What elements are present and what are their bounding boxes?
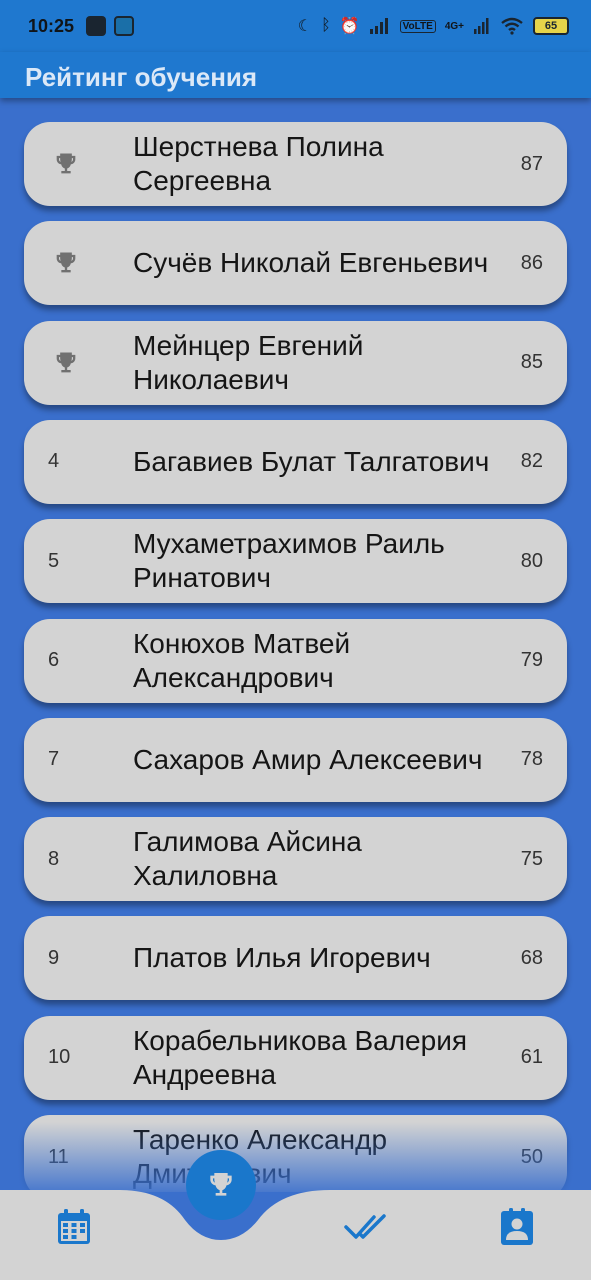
rank-number: 6 bbox=[48, 649, 60, 671]
rank-number: 8 bbox=[48, 847, 60, 870]
student-name: Сучёв Николай Евгеньевич bbox=[133, 247, 489, 279]
rank-number: 5 bbox=[48, 549, 60, 572]
trophy-icon bbox=[210, 1173, 232, 1196]
score-value: 87 bbox=[520, 152, 543, 175]
trophy-icon-wrap bbox=[52, 349, 80, 377]
app-bar: Рейтинг обучения bbox=[0, 52, 591, 98]
nav-completed[interactable] bbox=[333, 1192, 403, 1262]
student-name: Корабельникова Валерия Андреевна bbox=[133, 1024, 468, 1090]
ranking-item[interactable]: Сучёв Николай Евгеньевич 86 bbox=[24, 221, 567, 306]
score-value: 85 bbox=[520, 351, 543, 374]
ranking-item[interactable]: 5 Мухаметрахимов Раиль Ринатович 80 bbox=[24, 519, 567, 604]
ranking-item[interactable]: 7 Сахаров Амир Алексеевич 78 bbox=[24, 717, 567, 802]
nav-profile[interactable] bbox=[482, 1192, 552, 1262]
score-value: 86 bbox=[520, 251, 543, 274]
ranking-item[interactable]: Шерстнева Полина Сергеевна 87 bbox=[24, 122, 567, 206]
trophy-icon bbox=[56, 153, 76, 174]
trophy-icon-wrap bbox=[52, 150, 80, 178]
trophy-icon-wrap bbox=[52, 249, 80, 277]
ranking-item[interactable]: 10 Корабельникова Валерия Андреевна 61 bbox=[24, 1015, 567, 1100]
trophy-icon bbox=[56, 252, 76, 273]
student-name: Мейнцер Евгений Николаевич bbox=[133, 329, 364, 395]
score-value: 75 bbox=[520, 847, 543, 870]
nav-rating[interactable] bbox=[186, 1150, 256, 1220]
moon-icon: ☾ bbox=[297, 18, 313, 35]
score-value: 61 bbox=[520, 1046, 543, 1069]
student-name: Конюхов Матвей Александрович bbox=[133, 627, 351, 693]
double-check-icon bbox=[344, 1214, 386, 1239]
status-bar: 10:25 ☾ ᛒ ⏰ VoLTE 4G+ 65 bbox=[0, 0, 591, 52]
ranking-item[interactable]: 4 Багавиев Булат Талгатович 82 bbox=[24, 419, 567, 504]
ranking-item[interactable]: 6 Конюхов Матвей Александрович 79 bbox=[24, 618, 567, 703]
score-value: 80 bbox=[520, 549, 543, 572]
signal-icon bbox=[369, 18, 388, 34]
student-name: Сахаров Амир Алексеевич bbox=[133, 743, 483, 775]
network-type: 4G+ bbox=[444, 20, 464, 32]
signal-icon-2 bbox=[474, 18, 489, 34]
status-time: 10:25 bbox=[28, 15, 75, 36]
student-name: Шерстнева Полина Сергеевна bbox=[133, 131, 384, 196]
score-value: 79 bbox=[520, 649, 543, 671]
wifi-icon bbox=[501, 17, 523, 35]
rank-number: 4 bbox=[48, 450, 60, 473]
ranking-item[interactable]: Мейнцер Евгений Николаевич 85 bbox=[24, 320, 567, 405]
alarm-icon: ⏰ bbox=[339, 18, 360, 35]
ranking-list[interactable]: Шерстнева Полина Сергеевна 87 Сучёв Никола… bbox=[0, 122, 591, 1192]
rank-number: 10 bbox=[48, 1046, 71, 1069]
student-name: Галимова Айсина Халиловна bbox=[133, 826, 362, 892]
score-value: 68 bbox=[520, 946, 543, 969]
trophy-icon bbox=[56, 352, 76, 372]
student-name: Платов Илья Игоревич bbox=[133, 942, 431, 974]
ranking-item[interactable]: 9 Платов Илья Игоревич 68 bbox=[24, 916, 567, 1001]
battery-icon: 65 bbox=[533, 17, 569, 35]
rank-number: 7 bbox=[48, 748, 60, 771]
contact-card-icon bbox=[501, 1208, 533, 1245]
calendar-icon bbox=[58, 1209, 90, 1244]
qr-app-icon bbox=[86, 16, 107, 36]
score-value: 78 bbox=[520, 748, 543, 771]
volte-icon: VoLTE bbox=[399, 19, 436, 33]
shield-app-icon bbox=[114, 16, 135, 36]
page-title: Рейтинг обучения bbox=[25, 62, 258, 92]
bluetooth-icon: ᛒ bbox=[321, 17, 331, 34]
rank-number: 9 bbox=[48, 946, 60, 969]
student-name: Мухаметрахимов Раиль Ринатович bbox=[133, 528, 445, 594]
score-value: 82 bbox=[520, 450, 543, 473]
student-name: Багавиев Булат Талгатович bbox=[133, 445, 490, 477]
nav-calendar[interactable] bbox=[39, 1192, 109, 1262]
ranking-item[interactable]: 8 Галимова Айсина Халиловна 75 bbox=[24, 817, 567, 902]
